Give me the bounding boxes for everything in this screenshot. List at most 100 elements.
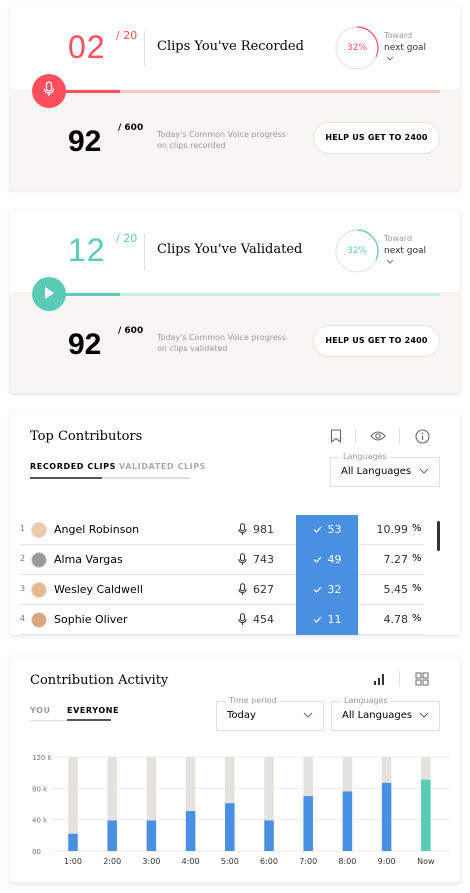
y-tick-label: 40 k bbox=[32, 817, 48, 825]
eye-icon[interactable] bbox=[369, 427, 387, 445]
bar-chart: 00 40 k 80 k 120 k 1:00 2:00 3:00 4:00 5:00 6:00 7… bbox=[32, 754, 450, 866]
tab-active-underline bbox=[30, 477, 102, 479]
x-tick-label: 9:00 bbox=[378, 857, 396, 866]
total-goal: / 600 bbox=[118, 326, 144, 336]
avatar bbox=[31, 612, 47, 628]
percent-number: 10.99 bbox=[376, 523, 409, 536]
table-row[interactable]: 2 Alma Vargas 743 49 7.27% bbox=[20, 545, 424, 575]
tab-recorded-clips[interactable]: RECORDED CLIPS bbox=[30, 462, 116, 471]
chevron-down-icon[interactable] bbox=[386, 55, 394, 65]
recorded-clips-card: 02 / 20 Clips You've Recorded 32% Toward… bbox=[10, 7, 460, 190]
validated-cell: 53 bbox=[296, 515, 358, 545]
info-icon[interactable] bbox=[413, 427, 431, 445]
grid-view-icon[interactable] bbox=[413, 670, 431, 688]
percent-sign: % bbox=[412, 523, 422, 534]
languages-value: All Languages bbox=[341, 466, 412, 477]
avatar bbox=[31, 582, 47, 598]
validated-cell: 11 bbox=[296, 605, 358, 635]
play-button[interactable] bbox=[32, 277, 66, 311]
help-button[interactable]: HELP US GET TO 2400 bbox=[313, 325, 440, 357]
percent-sign: % bbox=[412, 553, 422, 564]
microphone-icon bbox=[238, 523, 247, 539]
avatar bbox=[31, 522, 47, 538]
divider bbox=[144, 234, 145, 270]
contributor-name: Wesley Caldwell bbox=[54, 583, 143, 596]
time-period-label: Time period bbox=[226, 696, 280, 705]
percent-number: 5.45 bbox=[383, 583, 409, 596]
bar bbox=[185, 811, 196, 851]
contributor-name: Sophie Oliver bbox=[54, 613, 128, 626]
record-button[interactable] bbox=[32, 74, 66, 108]
percent-value: 10.99 bbox=[372, 523, 432, 536]
x-tick-label: 6:00 bbox=[260, 857, 278, 866]
languages-label: Languages bbox=[340, 452, 390, 461]
x-tick-label: 7:00 bbox=[299, 857, 317, 866]
checkmark-icon bbox=[313, 613, 322, 626]
y-tick-label: 00 bbox=[32, 848, 41, 856]
languages-select[interactable]: All Languages bbox=[331, 701, 440, 731]
table-row[interactable]: 4 Sophie Oliver 454 11 4.78% bbox=[20, 605, 424, 635]
validated-cell: 32 bbox=[296, 575, 358, 605]
scrollbar-thumb[interactable] bbox=[437, 521, 440, 551]
recorded-count: 02 bbox=[68, 29, 106, 65]
time-period-select[interactable]: Today bbox=[216, 701, 324, 731]
total-count: 92 bbox=[68, 328, 102, 361]
tab-active-underline bbox=[67, 719, 111, 721]
tab-everyone[interactable]: EVERYONE bbox=[67, 706, 119, 715]
contributors-list: 1 Angel Robinson 981 53 10.99% 2 Alma Vargas 74… bbox=[10, 501, 460, 635]
microphone-icon bbox=[238, 553, 247, 569]
percent-value: 4.78 bbox=[372, 613, 432, 626]
x-tick-label: 1:00 bbox=[64, 857, 82, 866]
percent-sign: % bbox=[412, 613, 422, 624]
contributor-name: Angel Robinson bbox=[54, 523, 140, 536]
activity-header: Contribution Activity YOU EVERYONE Time … bbox=[10, 657, 460, 745]
activity-chart: 00 40 k 80 k 120 k 1:00 2:00 3:00 4:00 5:00 6:00 7… bbox=[10, 745, 460, 881]
chevron-down-icon bbox=[303, 702, 313, 730]
tab-validated-clips[interactable]: VALIDATED CLIPS bbox=[119, 462, 206, 471]
chevron-down-icon[interactable] bbox=[386, 258, 394, 268]
rank: 3 bbox=[20, 584, 26, 593]
bookmark-icon[interactable] bbox=[327, 427, 345, 445]
x-tick-label: Now bbox=[417, 857, 435, 866]
microphone-icon bbox=[238, 613, 247, 629]
x-tick-label: 8:00 bbox=[338, 857, 356, 866]
recorded-count: 743 bbox=[253, 553, 274, 566]
chevron-down-icon bbox=[419, 458, 429, 486]
validated-count: 12 bbox=[68, 232, 106, 268]
validated-count: 32 bbox=[327, 583, 342, 596]
x-tick-label: 2:00 bbox=[103, 857, 121, 866]
recorded-count: 627 bbox=[253, 583, 274, 596]
top-contributors-card: Top Contributors RECORDED CLIPS VALIDATE… bbox=[10, 413, 460, 635]
chevron-down-icon bbox=[419, 702, 429, 730]
divider bbox=[399, 671, 400, 687]
total-count: 92 bbox=[68, 125, 102, 158]
x-tick-label: 4:00 bbox=[182, 857, 200, 866]
x-tick-label: 3:00 bbox=[142, 857, 160, 866]
divider bbox=[399, 428, 400, 444]
bar bbox=[146, 820, 157, 851]
goal-progress-ring: 32% bbox=[334, 228, 380, 274]
languages-select[interactable]: All Languages bbox=[330, 457, 440, 487]
validated-count: 11 bbox=[327, 613, 342, 626]
validated-clips-header: 12 / 20 Clips You've Validated 32% Towar… bbox=[10, 210, 460, 292]
contribution-activity-card: Contribution Activity YOU EVERYONE Time … bbox=[10, 657, 460, 883]
bar bbox=[421, 779, 431, 851]
bar bbox=[303, 796, 313, 851]
percent-number: 7.27 bbox=[383, 553, 409, 566]
validated-clips-card: 12 / 20 Clips You've Validated 32% Towar… bbox=[10, 210, 460, 393]
rank: 1 bbox=[20, 524, 26, 533]
rank: 4 bbox=[20, 614, 26, 623]
table-row[interactable]: 1 Angel Robinson 981 53 10.99% bbox=[20, 515, 424, 545]
bar-chart-icon[interactable] bbox=[370, 670, 388, 688]
bar bbox=[107, 820, 117, 851]
recorded-count: 454 bbox=[253, 613, 274, 626]
validated-goal: / 20 bbox=[116, 232, 138, 245]
table-row[interactable]: 3 Wesley Caldwell 627 32 5.45% bbox=[20, 575, 424, 605]
rank: 2 bbox=[20, 554, 26, 563]
percent-value: 5.45 bbox=[372, 583, 432, 596]
contributor-name: Alma Vargas bbox=[54, 553, 123, 566]
help-button[interactable]: HELP US GET TO 2400 bbox=[313, 122, 440, 154]
tab-you[interactable]: YOU bbox=[30, 706, 51, 715]
recorded-clips-header: 02 / 20 Clips You've Recorded 32% Toward… bbox=[10, 7, 460, 89]
percent-number: 4.78 bbox=[383, 613, 409, 626]
